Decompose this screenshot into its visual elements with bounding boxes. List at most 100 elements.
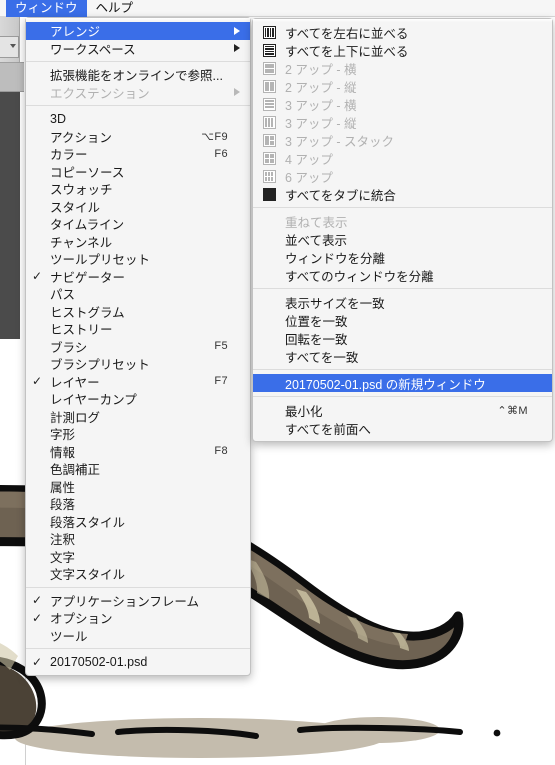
menu-item-label: ツール	[50, 629, 88, 644]
submenu-item-match-zoom[interactable]: 表示サイズを一致	[253, 293, 552, 311]
menubar-item-help[interactable]: ヘルプ	[87, 0, 143, 17]
submenu-item-label: すべてを上下に並べる	[285, 44, 409, 59]
screen-root: ウィンドウ ヘルプ アレンジ ワークスペース 拡張機能をオンラインで参照... …	[0, 0, 555, 765]
check-icon: ✓	[31, 654, 43, 669]
submenu-item-label: 2 アップ - 縦	[285, 80, 357, 95]
menu-item-label: アプリケーションフレーム	[50, 594, 200, 609]
menu-item-label: ブラシ	[50, 340, 88, 355]
submenu-item-match-location[interactable]: 位置を一致	[253, 311, 552, 329]
submenu-item-float-all-in-windows[interactable]: すべてのウィンドウを分離	[253, 266, 552, 284]
menu-item-paths[interactable]: パス	[26, 285, 250, 303]
menu-item-measurement-log[interactable]: 計測ログ	[26, 408, 250, 426]
menu-item-label: レイヤーカンプ	[50, 393, 137, 408]
menu-item-application-frame[interactable]: ✓ アプリケーションフレーム	[26, 592, 250, 610]
menu-item-browse-extensions-online[interactable]: 拡張機能をオンラインで参照...	[26, 66, 250, 84]
menu-separator	[26, 61, 250, 62]
check-icon: ✓	[31, 610, 43, 625]
menu-item-label: 注釈	[50, 533, 76, 548]
window-menu-panel: アレンジ ワークスペース 拡張機能をオンラインで参照... エクステンション 3…	[25, 17, 251, 676]
submenu-item-4-up: 4 アップ	[253, 149, 552, 167]
menu-item-label: アクション	[50, 130, 112, 145]
menu-item-label: ワークスペース	[50, 42, 136, 57]
submenu-item-tile[interactable]: 並べて表示	[253, 230, 552, 248]
submenu-item-float-in-window[interactable]: ウィンドウを分離	[253, 248, 552, 266]
options-bar-strip[interactable]	[0, 62, 24, 92]
menu-item-label: コピーソース	[50, 165, 125, 180]
submenu-item-new-window-for-document[interactable]: 20170502-01.psd の新規ウィンドウ	[253, 374, 552, 392]
menu-item-swatches[interactable]: スウォッチ	[26, 180, 250, 198]
menu-item-label: カラー	[50, 148, 88, 163]
submenu-item-label: すべてを前面へ	[285, 422, 371, 437]
submenu-separator	[253, 288, 552, 289]
menu-item-label: 段落	[50, 498, 76, 513]
submenu-item-label: ウィンドウを分離	[285, 251, 386, 266]
submenu-item-label: 3 アップ - 縦	[285, 116, 357, 131]
menu-item-styles[interactable]: スタイル	[26, 198, 250, 216]
menu-item-paragraph[interactable]: 段落	[26, 495, 250, 513]
menu-item-histogram[interactable]: ヒストグラム	[26, 303, 250, 321]
menu-bar: ウィンドウ ヘルプ	[0, 0, 555, 17]
menu-item-label: オプション	[50, 612, 113, 627]
menu-item-label: 文字	[50, 550, 76, 565]
menu-item-character[interactable]: 文字	[26, 548, 250, 566]
submenu-item-label: 3 アップ - スタック	[285, 134, 395, 149]
two-up-vertical-icon	[253, 79, 285, 93]
submenu-item-cascade: 重ねて表示	[253, 212, 552, 230]
menu-item-paragraph-styles[interactable]: 段落スタイル	[26, 513, 250, 531]
menu-item-clone-source[interactable]: コピーソース	[26, 163, 250, 181]
four-up-icon	[253, 151, 285, 165]
options-dropdown-stub[interactable]	[0, 36, 19, 58]
two-up-horizontal-icon	[253, 61, 285, 75]
menu-item-layer-comps[interactable]: レイヤーカンプ	[26, 390, 250, 408]
menu-item-brush[interactable]: ブラシ F5	[26, 338, 250, 356]
menu-item-actions[interactable]: アクション ⌥F9	[26, 128, 250, 146]
submenu-item-bring-all-to-front[interactable]: すべてを前面へ	[253, 419, 552, 437]
menu-item-label: チャンネル	[50, 235, 113, 250]
menu-item-label: 情報	[50, 445, 76, 460]
menu-item-label: パス	[50, 288, 76, 303]
menu-item-arrange[interactable]: アレンジ	[26, 22, 250, 40]
submenu-item-match-all[interactable]: すべてを一致	[253, 347, 552, 365]
submenu-item-label: 表示サイズを一致	[285, 296, 385, 311]
menu-item-layers[interactable]: ✓ レイヤー F7	[26, 373, 250, 391]
menu-item-notes[interactable]: 注釈	[26, 530, 250, 548]
menu-item-options[interactable]: ✓ オプション	[26, 609, 250, 627]
menu-item-info[interactable]: 情報 F8	[26, 443, 250, 461]
menu-item-label: ツールプリセット	[50, 253, 151, 268]
menu-item-character-styles[interactable]: 文字スタイル	[26, 565, 250, 583]
menu-item-timeline[interactable]: タイムライン	[26, 215, 250, 233]
menubar-item-window[interactable]: ウィンドウ	[6, 0, 87, 17]
menu-item-brush-presets[interactable]: ブラシプリセット	[26, 355, 250, 373]
submenu-item-label: 位置を一致	[285, 314, 348, 329]
arrange-submenu-panel: すべてを左右に並べる すべてを上下に並べる 2 アップ - 横 2 アップ - …	[252, 18, 553, 442]
menu-item-workspace[interactable]: ワークスペース	[26, 40, 250, 58]
submenu-item-tile-all-vertically[interactable]: すべてを左右に並べる	[253, 23, 552, 41]
menu-item-3d[interactable]: 3D	[26, 110, 250, 128]
submenu-item-tile-all-horizontally[interactable]: すべてを上下に並べる	[253, 41, 552, 59]
menu-item-label: スタイル	[50, 200, 101, 215]
menu-item-adjustments[interactable]: 色調補正	[26, 460, 250, 478]
menu-item-label: エクステンション	[50, 86, 150, 101]
menu-item-navigator[interactable]: ✓ ナビゲーター	[26, 268, 250, 286]
menu-item-history[interactable]: ヒストリー	[26, 320, 250, 338]
submenu-item-consolidate-all-to-tabs[interactable]: すべてをタブに統合	[253, 185, 552, 203]
submenu-item-label: すべてを左右に並べる	[285, 26, 409, 41]
submenu-item-label: すべてをタブに統合	[285, 188, 396, 203]
menu-item-color[interactable]: カラー F6	[26, 145, 250, 163]
submenu-separator	[253, 207, 552, 208]
submenu-item-label: 6 アップ	[285, 170, 333, 185]
menu-item-properties[interactable]: 属性	[26, 478, 250, 496]
submenu-item-match-rotation[interactable]: 回転を一致	[253, 329, 552, 347]
submenu-item-minimize[interactable]: 最小化 ⌃⌘M	[253, 401, 552, 419]
menu-item-tools[interactable]: ツール	[26, 627, 250, 645]
menu-item-tool-presets[interactable]: ツールプリセット	[26, 250, 250, 268]
submenu-item-shortcut: ⌃⌘M	[497, 404, 528, 417]
menu-item-channels[interactable]: チャンネル	[26, 233, 250, 251]
three-up-stacked-icon	[253, 133, 285, 147]
chevron-right-icon	[234, 26, 240, 35]
menu-item-label: 字形	[50, 428, 76, 443]
menu-item-glyphs[interactable]: 字形	[26, 425, 250, 443]
menu-item-document-20170502-01[interactable]: ✓ 20170502-01.psd	[26, 653, 250, 671]
menu-item-label: 文字スタイル	[50, 568, 126, 583]
menu-separator	[26, 648, 250, 649]
